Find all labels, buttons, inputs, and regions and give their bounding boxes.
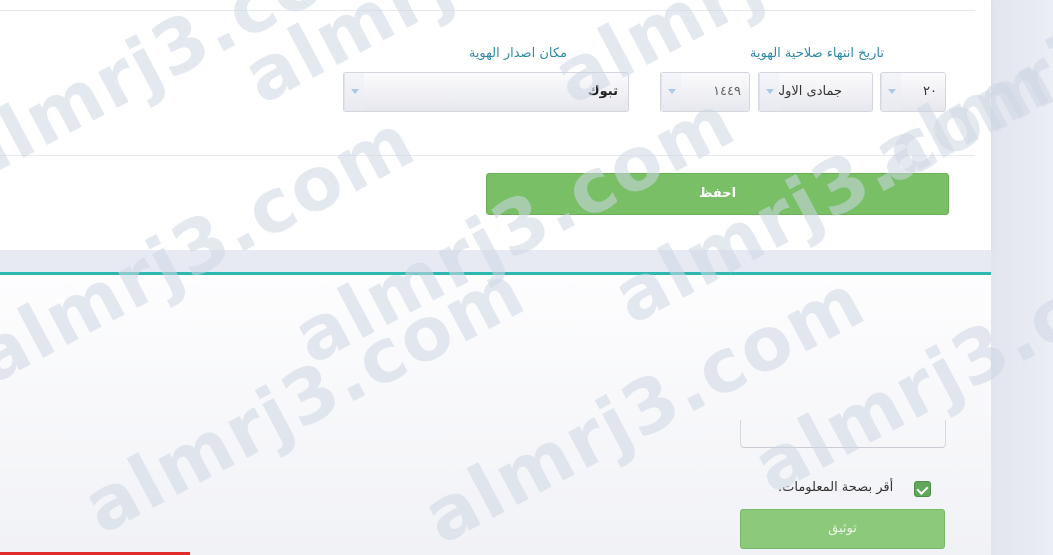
- divider: [0, 155, 975, 156]
- expiry-day-value: ٢٠: [923, 84, 937, 99]
- expiry-date-label: تاريخ انتهاء صلاحية الهوية: [749, 46, 884, 61]
- issue-place-value: تبوك: [587, 84, 618, 99]
- right-edge-strip: [991, 0, 1053, 555]
- expiry-day-select[interactable]: ٢٠: [880, 72, 946, 112]
- issue-place-label: مكان اصدار الهوية: [468, 46, 567, 61]
- expiry-year-value: ١٤٤٩: [713, 84, 741, 99]
- confirm-button[interactable]: توثيق: [740, 509, 945, 549]
- save-button[interactable]: احفظ: [486, 173, 949, 215]
- expiry-month-value: جمادى الاولى: [770, 84, 842, 99]
- chevron-down-icon: [344, 73, 364, 111]
- chevron-down-icon: [759, 73, 779, 111]
- divider: [0, 10, 975, 11]
- section-gap: [0, 250, 991, 272]
- expiry-year-select[interactable]: ١٤٤٩: [660, 72, 750, 112]
- identity-form-card: تاريخ انتهاء صلاحية الهوية مكان اصدار ال…: [0, 0, 991, 250]
- agree-label: أقر بصحة المعلومات.: [778, 480, 894, 495]
- text-field[interactable]: [740, 420, 946, 448]
- chevron-down-icon: [881, 73, 901, 111]
- agree-checkbox[interactable]: [914, 481, 931, 497]
- expiry-month-select[interactable]: جمادى الاولى: [758, 72, 873, 112]
- issue-place-select[interactable]: تبوك: [343, 72, 629, 112]
- chevron-down-icon: [661, 73, 681, 111]
